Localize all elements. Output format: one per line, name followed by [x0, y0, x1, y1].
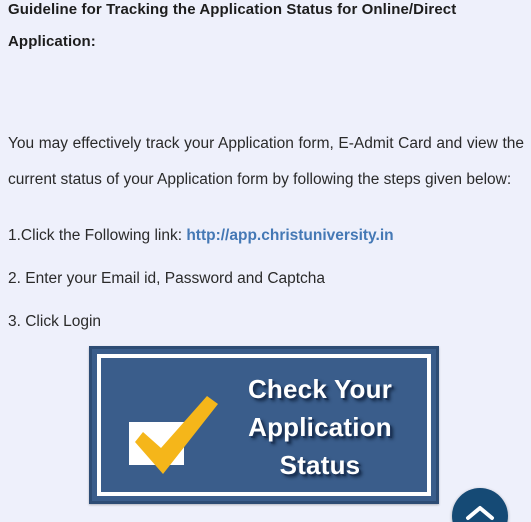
banner-title: Check Your Application Status — [219, 370, 421, 484]
banner-title-line-1: Check Your — [247, 374, 393, 404]
page-title-line-2: Application: — [8, 33, 96, 50]
page-root: Guideline for Tracking the Application S… — [0, 0, 531, 522]
step-item-3: 3. Click Login — [8, 312, 101, 332]
page-title: Guideline for Tracking the Application S… — [8, 0, 523, 58]
banner-title-line-3: Status — [279, 450, 361, 480]
intro-paragraph: You may effectively track your Applicati… — [8, 134, 524, 188]
chevron-up-icon — [466, 506, 494, 520]
check-mark-icon — [121, 390, 226, 485]
step-item-1: 1.Click the Following link: http://app.c… — [8, 226, 394, 246]
step-3-label: 3. Click Login — [8, 313, 102, 330]
banner-title-line-2: Application — [248, 412, 392, 442]
application-portal-link[interactable]: http://app.christuniversity.in — [186, 227, 393, 244]
check-application-status-banner[interactable]: Check Your Application Status — [89, 346, 439, 504]
step-item-2: 2. Enter your Email id, Password and Cap… — [8, 269, 325, 289]
banner-inner-frame: Check Your Application Status — [97, 354, 431, 496]
step-1-label: 1.Click the Following link: — [8, 227, 187, 244]
step-2-label: 2. Enter your Email id, Password and Cap… — [8, 270, 326, 287]
page-title-line-1: Guideline for Tracking the Application S… — [8, 1, 457, 18]
scroll-to-top-button[interactable] — [452, 488, 508, 522]
